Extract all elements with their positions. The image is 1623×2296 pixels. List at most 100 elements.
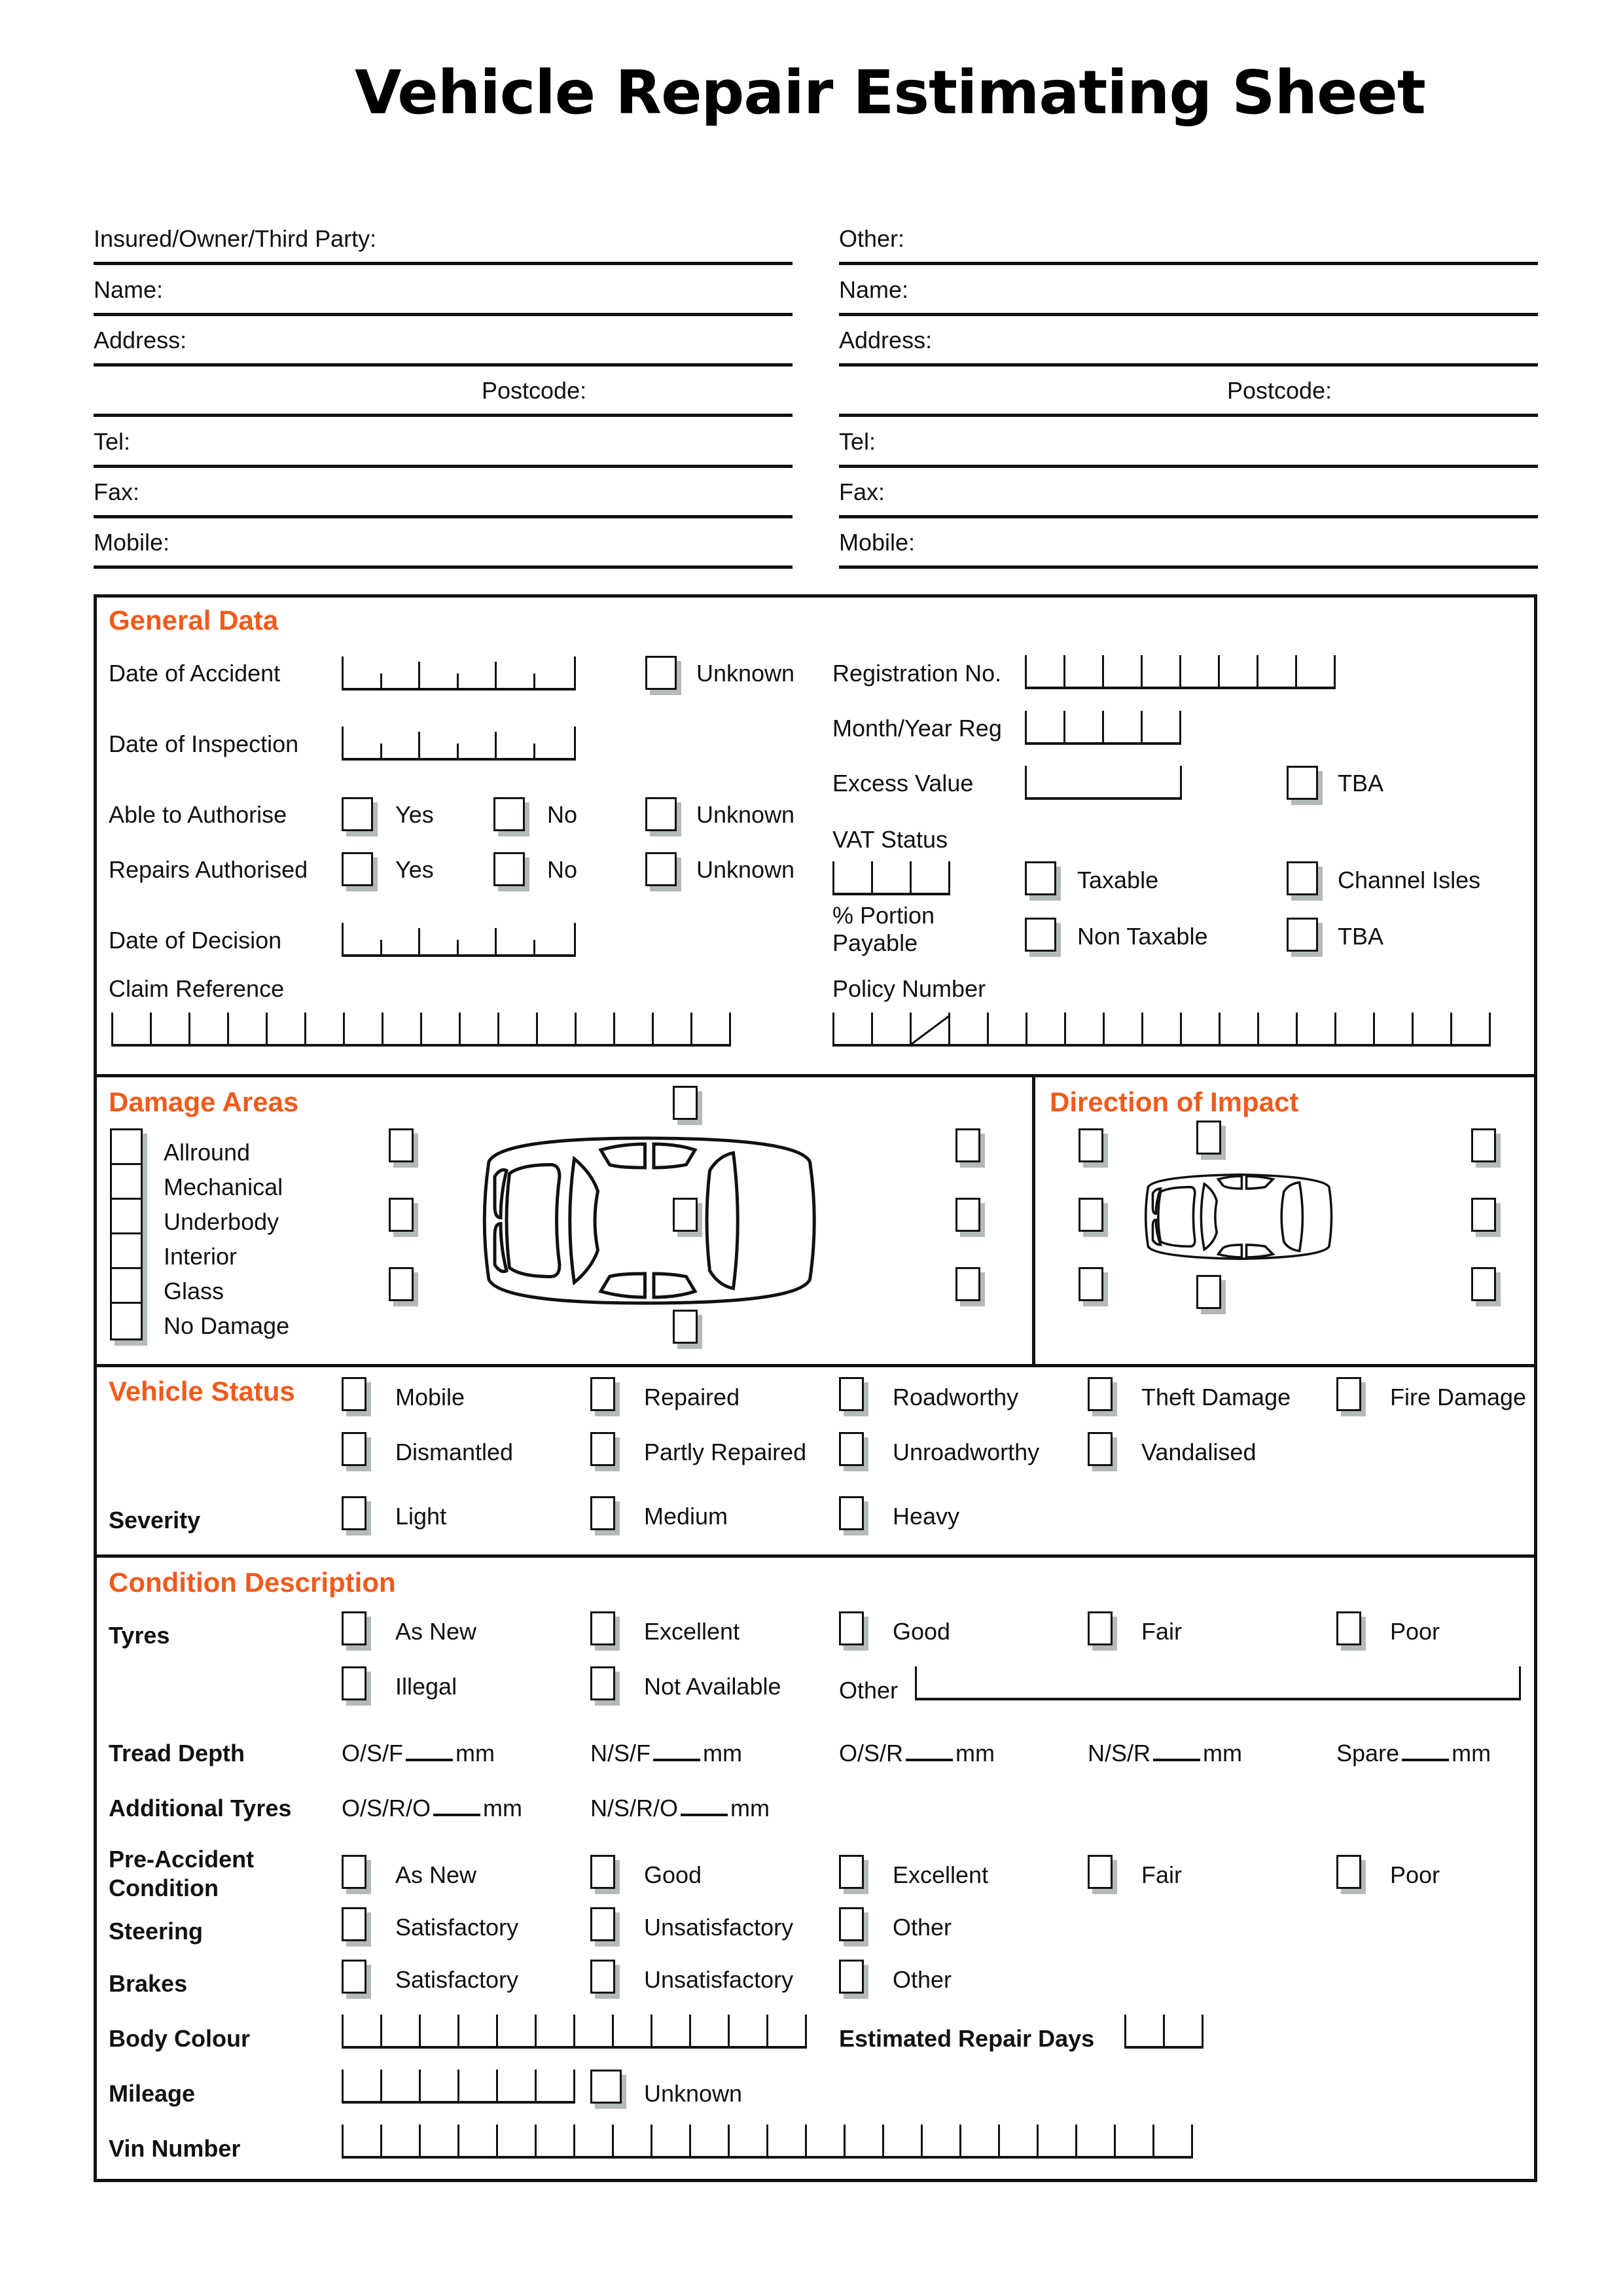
left-fax-field[interactable]: Fax: — [94, 464, 793, 518]
input-cell[interactable] — [1126, 2015, 1165, 2046]
input-cell[interactable] — [615, 1013, 654, 1044]
right-mobile-field[interactable]: Mobile: — [839, 514, 1538, 569]
status-roadworthy-checkbox[interactable] — [839, 1377, 864, 1411]
date-of-inspection-input[interactable] — [342, 726, 576, 761]
status-repaired-checkbox[interactable] — [590, 1377, 615, 1411]
steering-other-checkbox[interactable] — [839, 1907, 864, 1941]
impact-rear-checkbox[interactable] — [1471, 1198, 1496, 1232]
repairs-authorised-yes-checkbox[interactable] — [342, 852, 373, 886]
input-cell[interactable] — [1065, 711, 1104, 742]
month-year-reg-input[interactable] — [1025, 711, 1181, 745]
input-cell[interactable] — [834, 861, 873, 893]
input-cell[interactable] — [1220, 655, 1258, 687]
input-cell[interactable] — [461, 1013, 499, 1044]
pre-accident-as-new-checkbox[interactable] — [342, 1855, 366, 1889]
damage-underbody-checkbox[interactable] — [112, 1200, 141, 1234]
tyres-fair-checkbox[interactable] — [1088, 1611, 1113, 1645]
input-cell[interactable] — [884, 2125, 923, 2156]
input-cell[interactable] — [873, 861, 912, 893]
additional-tyre-blank[interactable] — [681, 1797, 728, 1816]
input-cell[interactable] — [1336, 1013, 1375, 1044]
input-cell[interactable] — [730, 2125, 768, 2156]
tread-depth-blank[interactable] — [406, 1742, 454, 1761]
tread-depth-field[interactable]: O/S/F mm — [342, 1740, 495, 1767]
policy-number-input[interactable] — [832, 1013, 1491, 1047]
tyres-excellent-checkbox[interactable] — [590, 1611, 615, 1645]
input-cell[interactable] — [1027, 1013, 1066, 1044]
steering-unsatisfactory-checkbox[interactable] — [590, 1907, 615, 1941]
input-cell[interactable] — [1165, 2015, 1204, 2046]
mileage-unknown-checkbox[interactable] — [590, 2070, 622, 2104]
damage-front-center-checkbox[interactable] — [389, 1198, 414, 1232]
input-cell[interactable] — [1143, 1013, 1182, 1044]
right-name-field[interactable]: Name: — [839, 262, 1538, 316]
additional-tyre-field[interactable]: O/S/R/O mm — [342, 1795, 522, 1822]
input-cell[interactable] — [382, 2125, 421, 2156]
damage-bottom-center-checkbox[interactable] — [673, 1310, 698, 1344]
excess-value-input[interactable] — [1025, 766, 1182, 800]
input-cell[interactable] — [1298, 1013, 1336, 1044]
input-cell[interactable] — [537, 2015, 575, 2046]
input-cell[interactable] — [1143, 655, 1181, 687]
input-cell[interactable] — [923, 2125, 961, 2156]
input-cell[interactable] — [382, 2070, 421, 2101]
damage-rear-center-checkbox[interactable] — [955, 1198, 980, 1232]
damage-front-right-checkbox[interactable] — [389, 1267, 414, 1301]
input-cell[interactable] — [1116, 2125, 1154, 2156]
impact-rear-left-checkbox[interactable] — [1471, 1128, 1496, 1162]
input-cell[interactable] — [422, 1013, 461, 1044]
input-cell[interactable] — [950, 1013, 989, 1044]
damage-no-damage-checkbox[interactable] — [112, 1304, 141, 1338]
input-cell[interactable] — [459, 2015, 498, 2046]
able-to-authorise-yes-checkbox[interactable] — [342, 797, 373, 831]
input-cell[interactable] — [1154, 2125, 1193, 2156]
brakes-other-checkbox[interactable] — [839, 1960, 864, 1994]
damage-mechanical-checkbox[interactable] — [112, 1165, 141, 1200]
input-cell[interactable] — [459, 2070, 498, 2101]
input-cell[interactable] — [1221, 1013, 1259, 1044]
vat-percent-input[interactable] — [832, 861, 950, 895]
input-cell[interactable] — [344, 2015, 382, 2046]
input-cell[interactable] — [1182, 1013, 1221, 1044]
other-heading-line[interactable]: Other: — [839, 211, 1538, 265]
input-cell[interactable] — [1104, 655, 1143, 687]
brakes-satisfactory-checkbox[interactable] — [342, 1960, 366, 1994]
left-tel-field[interactable]: Tel: — [94, 414, 793, 468]
tread-depth-field[interactable]: Spare mm — [1336, 1740, 1491, 1767]
input-cell[interactable] — [345, 1013, 383, 1044]
tread-depth-blank[interactable] — [906, 1742, 954, 1761]
input-cell[interactable] — [614, 2125, 652, 2156]
vin-number-input[interactable] — [342, 2125, 1193, 2159]
input-cell[interactable] — [1039, 2125, 1077, 2156]
input-cell[interactable] — [499, 1013, 538, 1044]
right-fax-field[interactable]: Fax: — [839, 464, 1538, 518]
input-cell[interactable] — [1027, 711, 1065, 742]
tyres-other-input[interactable] — [915, 1666, 1521, 1700]
input-cell[interactable] — [912, 1013, 950, 1044]
input-cell[interactable] — [730, 2015, 768, 2046]
brakes-unsatisfactory-checkbox[interactable] — [590, 1960, 615, 1994]
damage-front-left-checkbox[interactable] — [389, 1128, 414, 1162]
input-cell[interactable] — [498, 2015, 537, 2046]
right-tel-field[interactable]: Tel: — [839, 414, 1538, 468]
status-fire-damage-checkbox[interactable] — [1336, 1377, 1361, 1411]
tread-depth-blank[interactable] — [1402, 1742, 1450, 1761]
impact-front-left-checkbox[interactable] — [1079, 1128, 1103, 1162]
input-cell[interactable] — [1066, 1013, 1105, 1044]
tread-depth-field[interactable]: N/S/R mm — [1088, 1740, 1242, 1767]
input-cell[interactable] — [614, 2015, 652, 2046]
pre-accident-poor-checkbox[interactable] — [1336, 1855, 1361, 1889]
input-cell[interactable] — [1452, 1013, 1491, 1044]
input-cell[interactable] — [989, 1013, 1027, 1044]
tyres-illegal-checkbox[interactable] — [342, 1666, 366, 1700]
taxable-checkbox[interactable] — [1025, 861, 1056, 895]
input-cell[interactable] — [1181, 655, 1220, 687]
damage-allround-checkbox[interactable] — [112, 1130, 141, 1165]
input-cell[interactable] — [421, 2015, 459, 2046]
input-cell[interactable] — [344, 2125, 382, 2156]
input-cell[interactable] — [1065, 655, 1104, 687]
repairs-authorised-unknown-checkbox[interactable] — [645, 852, 677, 886]
input-cell[interactable] — [1000, 2125, 1039, 2156]
impact-rear-right-checkbox[interactable] — [1471, 1267, 1496, 1301]
estimated-repair-days-input[interactable] — [1124, 2015, 1204, 2049]
